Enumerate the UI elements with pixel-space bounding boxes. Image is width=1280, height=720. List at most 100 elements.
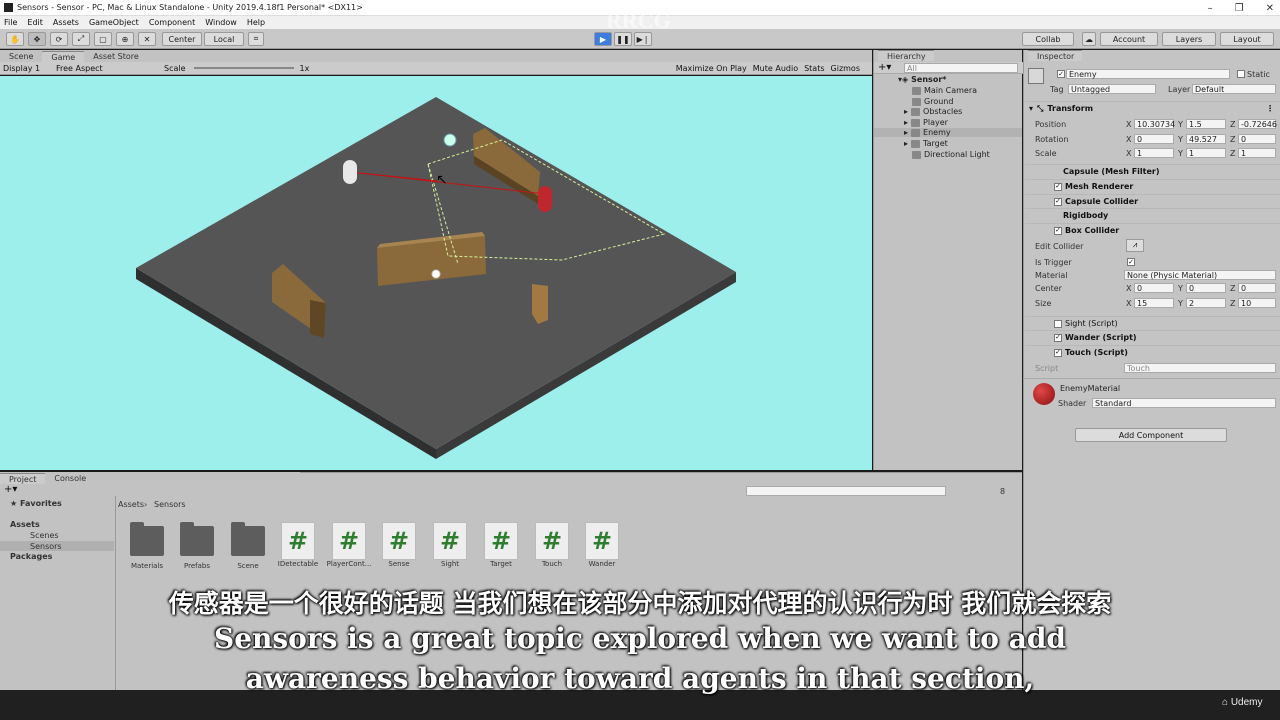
touch-script-header[interactable]: ✓ Touch (Script)	[1025, 345, 1280, 359]
rotation-x-input[interactable]: 0	[1134, 134, 1174, 144]
tree-assets[interactable]: Assets	[10, 520, 40, 529]
project-create-plus-icon[interactable]: +▾	[4, 484, 17, 495]
asset-playercontroller[interactable]: # PlayerCont...	[326, 522, 372, 568]
hierarchy-item-obstacles[interactable]: ▸ Obstacles	[904, 107, 962, 116]
project-search-input[interactable]	[746, 486, 946, 496]
expand-arrow-icon[interactable]: ▸	[904, 107, 908, 116]
breadcrumb-assets[interactable]: Assets	[118, 500, 144, 509]
stats-toggle[interactable]: Stats	[804, 64, 824, 73]
minimize-icon[interactable]: –	[1208, 3, 1213, 14]
add-component-button[interactable]: Add Component	[1075, 428, 1227, 442]
position-z-input[interactable]: -0.72646	[1238, 119, 1277, 129]
menu-window[interactable]: Window	[205, 18, 237, 27]
scale-tool-icon[interactable]: ⤢	[72, 32, 90, 46]
center-y-input[interactable]: 0	[1186, 283, 1226, 293]
position-x-input[interactable]: 10.30734	[1134, 119, 1175, 129]
expand-arrow-icon[interactable]: ▸	[904, 139, 908, 148]
maximize-icon[interactable]: ❐	[1235, 3, 1244, 14]
transform-header[interactable]: ▾ ⤡ Transform ⋮	[1025, 101, 1280, 115]
tab-scene[interactable]: Scene	[0, 51, 43, 62]
asset-sight[interactable]: # Sight	[427, 522, 473, 568]
breadcrumb-sensors[interactable]: Sensors	[154, 500, 186, 509]
size-z-input[interactable]: 10	[1238, 298, 1276, 308]
aspect-dropdown[interactable]: Free Aspect	[56, 64, 160, 73]
layer-dropdown[interactable]: Default	[1192, 84, 1276, 94]
create-plus-icon[interactable]: +▾	[878, 62, 891, 73]
close-icon[interactable]: ✕	[1266, 3, 1274, 14]
menu-file[interactable]: File	[4, 18, 17, 27]
asset-sense[interactable]: # Sense	[376, 522, 422, 568]
position-y-input[interactable]: 1.5	[1186, 119, 1226, 129]
play-button[interactable]: ▶	[594, 32, 612, 46]
pivot-center-button[interactable]: Center	[162, 32, 202, 46]
menu-component[interactable]: Component	[149, 18, 195, 27]
hierarchy-scene-root[interactable]: ▾◈ Sensor*	[898, 75, 946, 84]
shader-dropdown[interactable]: Standard	[1092, 398, 1276, 408]
tree-sensors[interactable]: Sensors	[30, 542, 62, 551]
collab-button[interactable]: Collab	[1022, 32, 1074, 46]
hand-tool-icon[interactable]: ✋	[6, 32, 24, 46]
center-x-input[interactable]: 0	[1134, 283, 1174, 293]
asset-scene[interactable]: Scene	[225, 522, 271, 570]
menu-assets[interactable]: Assets	[53, 18, 79, 27]
tab-asset-store[interactable]: Asset Store	[84, 51, 148, 62]
tree-scenes[interactable]: Scenes	[30, 531, 59, 540]
asset-materials[interactable]: Materials	[124, 522, 170, 570]
menu-edit[interactable]: Edit	[27, 18, 43, 27]
capsule-collider-header[interactable]: ✓ Capsule Collider	[1025, 194, 1280, 208]
tab-game[interactable]: Game	[42, 51, 85, 62]
layers-dropdown[interactable]: Layers	[1162, 32, 1216, 46]
grid-snap-icon[interactable]: ⌗	[248, 32, 264, 46]
hierarchy-item-enemy[interactable]: ▸ Enemy	[874, 128, 1022, 137]
active-checkbox[interactable]: ✓	[1057, 70, 1065, 78]
size-y-input[interactable]: 2	[1186, 298, 1226, 308]
display-dropdown[interactable]: Display 1	[3, 64, 53, 73]
tab-console[interactable]: Console	[45, 473, 96, 484]
mesh-filter-header[interactable]: Capsule (Mesh Filter)	[1025, 164, 1280, 178]
pause-button[interactable]: ❚❚	[614, 32, 632, 46]
tab-hierarchy[interactable]: Hierarchy	[878, 50, 934, 61]
menu-gameobject[interactable]: GameObject	[89, 18, 139, 27]
sight-script-header[interactable]: Sight (Script)	[1025, 316, 1280, 330]
hierarchy-item-player[interactable]: ▸ Player	[904, 118, 948, 127]
account-dropdown[interactable]: Account	[1100, 32, 1158, 46]
hierarchy-item-main-camera[interactable]: Main Camera	[912, 86, 977, 95]
expand-arrow-icon[interactable]: ▸	[904, 118, 908, 127]
cloud-icon[interactable]: ☁	[1082, 32, 1096, 46]
asset-touch[interactable]: # Touch	[529, 522, 575, 568]
rect-tool-icon[interactable]: ▢	[94, 32, 112, 46]
scale-y-input[interactable]: 1	[1186, 148, 1226, 158]
rotate-tool-icon[interactable]: ⟳	[50, 32, 68, 46]
rigidbody-header[interactable]: Rigidbody	[1025, 208, 1280, 222]
pivot-local-button[interactable]: Local	[204, 32, 244, 46]
tab-inspector[interactable]: Inspector	[1028, 50, 1082, 61]
menu-help[interactable]: Help	[247, 18, 265, 27]
hierarchy-item-target[interactable]: ▸ Target	[904, 139, 948, 148]
move-tool-icon[interactable]: ✥	[28, 32, 46, 46]
gameobject-name-input[interactable]: Enemy	[1066, 69, 1230, 79]
transform-tool-icon[interactable]: ⊕	[116, 32, 134, 46]
hierarchy-search-input[interactable]: All	[904, 63, 1018, 73]
edit-collider-button[interactable]: ⩘	[1126, 239, 1144, 252]
mesh-renderer-header[interactable]: ✓ Mesh Renderer	[1025, 179, 1280, 193]
hierarchy-item-directional-light[interactable]: Directional Light	[912, 150, 990, 159]
size-x-input[interactable]: 15	[1134, 298, 1174, 308]
rotation-y-input[interactable]: 49.527	[1186, 134, 1226, 144]
scale-z-input[interactable]: 1	[1238, 148, 1276, 158]
gizmos-dropdown[interactable]: Gizmos	[831, 64, 860, 73]
asset-prefabs[interactable]: Prefabs	[174, 522, 220, 570]
tab-project[interactable]: Project	[0, 473, 46, 484]
game-view[interactable]: ↖	[0, 76, 872, 470]
custom-tool-icon[interactable]: ✕	[138, 32, 156, 46]
component-menu-icon[interactable]: ⋮	[1266, 104, 1274, 113]
scale-x-input[interactable]: 1	[1134, 148, 1174, 158]
asset-idetectable[interactable]: # IDetectable	[275, 522, 321, 568]
is-trigger-checkbox[interactable]: ✓	[1127, 258, 1135, 266]
asset-target[interactable]: # Target	[478, 522, 524, 568]
rotation-z-input[interactable]: 0	[1238, 134, 1276, 144]
expand-arrow-icon[interactable]: ▸	[904, 128, 908, 137]
wander-script-header[interactable]: ✓ Wander (Script)	[1025, 330, 1280, 344]
maximize-on-play-toggle[interactable]: Maximize On Play	[676, 64, 747, 73]
tree-packages[interactable]: Packages	[10, 552, 52, 561]
favorites-item[interactable]: ★ Favorites	[10, 499, 62, 508]
